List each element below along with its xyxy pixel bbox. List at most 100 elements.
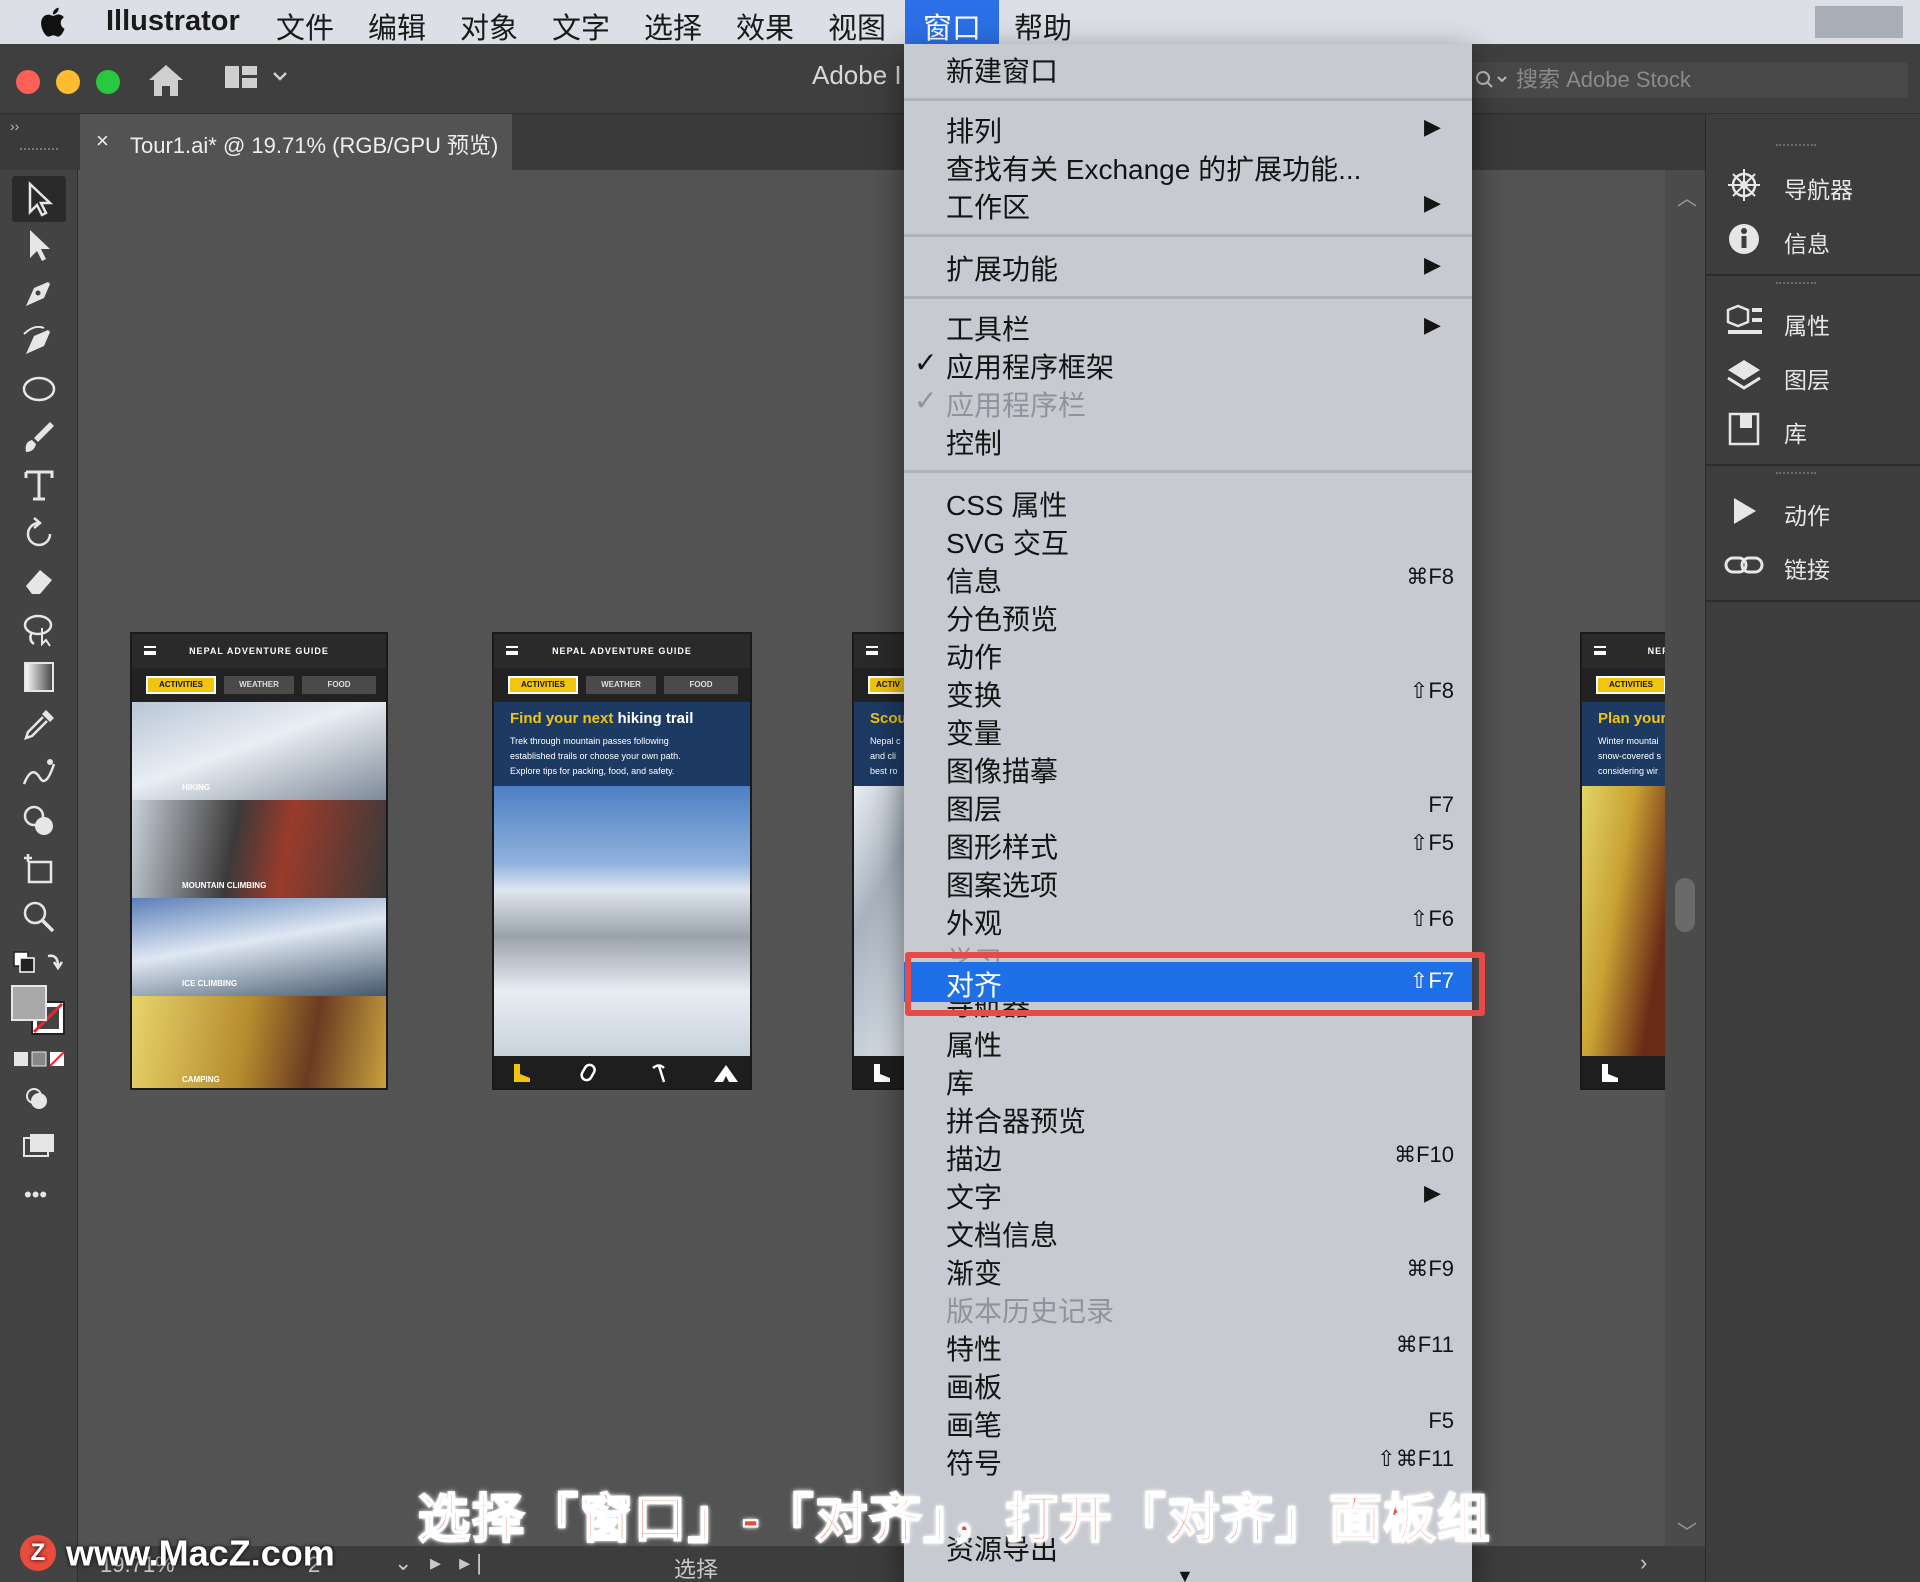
panel-grip[interactable] — [1776, 282, 1816, 288]
document-tab[interactable]: × Tour1.ai* @ 19.71% (RGB/GPU 预览) — [80, 114, 512, 170]
panel-grip[interactable] — [1776, 472, 1816, 478]
screen-mode[interactable] — [20, 1128, 58, 1166]
menu-item-toolbars[interactable]: 工具栏 ▶ — [904, 308, 1472, 345]
menu-item-brushes[interactable]: 画笔 F5 — [904, 1404, 1472, 1441]
search-input[interactable] — [1516, 65, 1896, 95]
scroll-thumb[interactable] — [1675, 878, 1695, 932]
menu-item-new-window[interactable]: 新建窗口 — [904, 50, 1472, 87]
apple-icon[interactable] — [36, 4, 72, 40]
menu-item-type[interactable]: 文字 ▶ — [904, 1176, 1472, 1213]
chevron-down-icon[interactable] — [270, 66, 290, 86]
menu-item-appearance[interactable]: 外观 ⇧F6 — [904, 902, 1472, 939]
menu-item-workspace[interactable]: 工作区 ▶ — [904, 186, 1472, 223]
chevron-down-icon[interactable]: ⌄ — [394, 1550, 412, 1576]
menu-item-variables[interactable]: 变量 — [904, 712, 1472, 749]
default-colors-icon — [13, 951, 64, 973]
artboard-navigation[interactable]: ▸ ▸| — [430, 1550, 488, 1576]
pen-tool[interactable] — [20, 274, 58, 312]
selection-tool[interactable] — [12, 176, 66, 222]
close-window-button[interactable] — [16, 70, 40, 94]
menu-item-libraries[interactable]: 库 — [904, 1062, 1472, 1099]
menu-item-stroke[interactable]: 描边 ⌘F10 — [904, 1138, 1472, 1175]
lasso-tool[interactable] — [20, 610, 58, 648]
ellipse-tool[interactable] — [20, 370, 58, 408]
menu-item-extensions[interactable]: 扩展功能 ▶ — [904, 248, 1472, 285]
menu-item-properties[interactable]: 属性 — [904, 1024, 1472, 1061]
artboard-2[interactable]: NEPAL ADVENTURE GUIDE ACTIVITIES WEATHER… — [492, 632, 752, 1090]
menu-item-application-frame[interactable]: ✓ 应用程序框架 — [904, 346, 1472, 383]
artboard-tool[interactable] — [20, 850, 58, 888]
menu-item-pattern-options[interactable]: 图案选项 — [904, 864, 1472, 901]
menu-item-attributes[interactable]: 特性 ⌘F11 — [904, 1328, 1472, 1365]
edit-toolbar-button[interactable]: ••• — [24, 1182, 47, 1208]
menu-effect[interactable]: 效果 — [736, 5, 794, 47]
menu-item-actions[interactable]: 动作 — [904, 636, 1472, 673]
menu-type[interactable]: 文字 — [552, 5, 610, 47]
menu-item-info[interactable]: 信息 ⌘F8 — [904, 560, 1472, 597]
menu-item-gradient[interactable]: 渐变 ⌘F9 — [904, 1252, 1472, 1289]
menu-item-layers[interactable]: 图层 F7 — [904, 788, 1472, 825]
panel-info[interactable]: 信息 — [1724, 218, 1914, 262]
menu-item-symbols[interactable]: 符号 ⇧⌘F11 — [904, 1442, 1472, 1479]
menu-window[interactable]: 窗口 — [905, 0, 1000, 45]
panel-properties[interactable]: 属性 — [1724, 300, 1914, 344]
menu-file[interactable]: 文件 — [276, 5, 334, 47]
paintbrush-tool[interactable] — [20, 418, 58, 456]
curvature-tool[interactable] — [20, 322, 58, 360]
menu-select[interactable]: 选择 — [644, 5, 702, 47]
app-menu-illustrator[interactable]: Illustrator — [106, 5, 240, 38]
expand-toolbar-button[interactable]: ›› — [10, 118, 19, 134]
panel-actions[interactable]: 动作 — [1724, 490, 1914, 534]
menu-scroll-down-icon[interactable]: ▼ — [1176, 1566, 1194, 1582]
vertical-scrollbar[interactable]: ︿ ﹀ — [1665, 170, 1705, 1546]
menu-object[interactable]: 对象 — [460, 5, 518, 47]
menu-item-separations-preview[interactable]: 分色预览 — [904, 598, 1472, 635]
swap-fill-stroke[interactable] — [12, 948, 68, 978]
menu-item-svg-interactivity[interactable]: SVG 交互 — [904, 522, 1472, 559]
artboard-1[interactable]: NEPAL ADVENTURE GUIDE ACTIVITIES WEATHER… — [130, 632, 388, 1090]
eraser-tool[interactable] — [20, 562, 58, 600]
menu-item-find-extensions[interactable]: 查找有关 Exchange 的扩展功能... — [904, 148, 1472, 185]
panel-links[interactable]: 链接 — [1724, 544, 1914, 588]
toolbar-grip[interactable] — [20, 148, 58, 154]
menu-item-graphic-styles[interactable]: 图形样式 ⇧F5 — [904, 826, 1472, 863]
gradient-tool[interactable] — [20, 658, 58, 696]
menu-item-css-properties[interactable]: CSS 属性 — [904, 484, 1472, 521]
menu-item-image-trace[interactable]: 图像描摹 — [904, 750, 1472, 787]
scroll-down-icon[interactable]: ﹀ — [1677, 1516, 1697, 1545]
type-tool[interactable] — [20, 466, 58, 504]
ellipse-icon — [22, 376, 56, 402]
scroll-up-icon[interactable]: ︿ — [1677, 182, 1697, 211]
blend-tool[interactable] — [20, 754, 58, 792]
close-tab-button[interactable]: × — [96, 128, 109, 154]
menu-item-artboards[interactable]: 画板 — [904, 1366, 1472, 1403]
panel-grip[interactable] — [1776, 144, 1816, 150]
zoom-tool[interactable] — [20, 898, 58, 936]
arrange-documents-icon[interactable] — [224, 64, 258, 90]
menu-edit[interactable]: 编辑 — [368, 5, 426, 47]
menu-item-transform[interactable]: 变换 ⇧F8 — [904, 674, 1472, 711]
menu-help[interactable]: 帮助 — [1014, 5, 1072, 47]
shape-builder-tool[interactable] — [20, 802, 58, 840]
chevron-right-icon[interactable]: › — [1640, 1550, 1647, 1576]
minimize-window-button[interactable] — [56, 70, 80, 94]
rotate-tool[interactable] — [20, 514, 58, 552]
panel-layers[interactable]: 图层 — [1724, 354, 1914, 398]
eyedropper-tool[interactable] — [20, 706, 58, 744]
menu-item-arrange[interactable]: 排列 ▶ — [904, 110, 1472, 147]
zoom-window-button[interactable] — [96, 70, 120, 94]
menu-item-control[interactable]: 控制 — [904, 422, 1472, 459]
panel-navigator[interactable]: 导航器 — [1724, 164, 1914, 208]
artboard-3[interactable]: ACTIV Scou Nepal c and cli best ro — [852, 632, 912, 1090]
artboard-4[interactable]: NEPA ACTIVITIES Plan your Winter mountai… — [1580, 632, 1670, 1090]
draw-mode[interactable] — [20, 1082, 58, 1120]
adobe-stock-search[interactable] — [1468, 62, 1908, 98]
color-mode-buttons[interactable] — [12, 1048, 68, 1070]
direct-selection-tool[interactable] — [20, 226, 58, 264]
menu-view[interactable]: 视图 — [828, 5, 886, 47]
menu-item-flattener-preview[interactable]: 拼合器预览 — [904, 1100, 1472, 1137]
panel-libraries[interactable]: 库 — [1724, 408, 1914, 452]
fill-stroke-swatches[interactable] — [10, 984, 68, 1038]
menu-item-document-info[interactable]: 文档信息 — [904, 1214, 1472, 1251]
home-icon[interactable] — [146, 62, 186, 98]
